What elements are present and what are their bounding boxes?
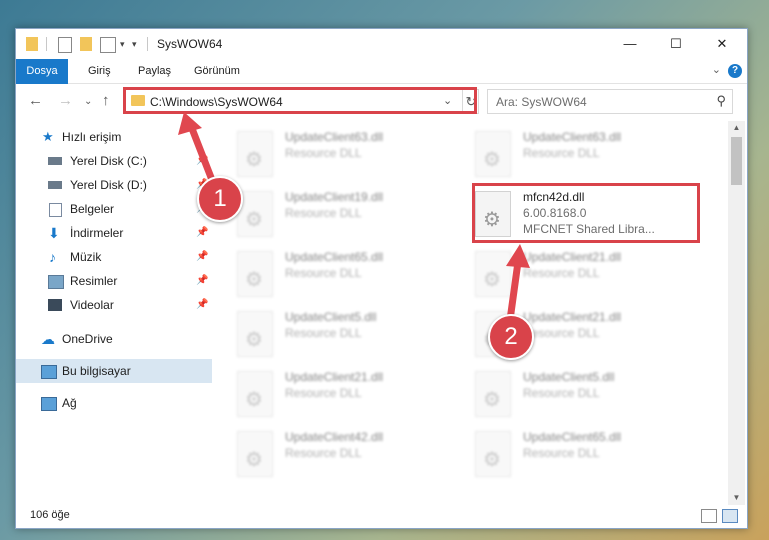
annotation-arrows [178, 112, 530, 324]
arrow-1-line [187, 122, 216, 184]
arrow-2-head [506, 244, 530, 268]
step-2-badge: 2 [488, 314, 534, 360]
step-1-badge: 1 [197, 176, 243, 222]
arrow-2-line [506, 258, 522, 324]
